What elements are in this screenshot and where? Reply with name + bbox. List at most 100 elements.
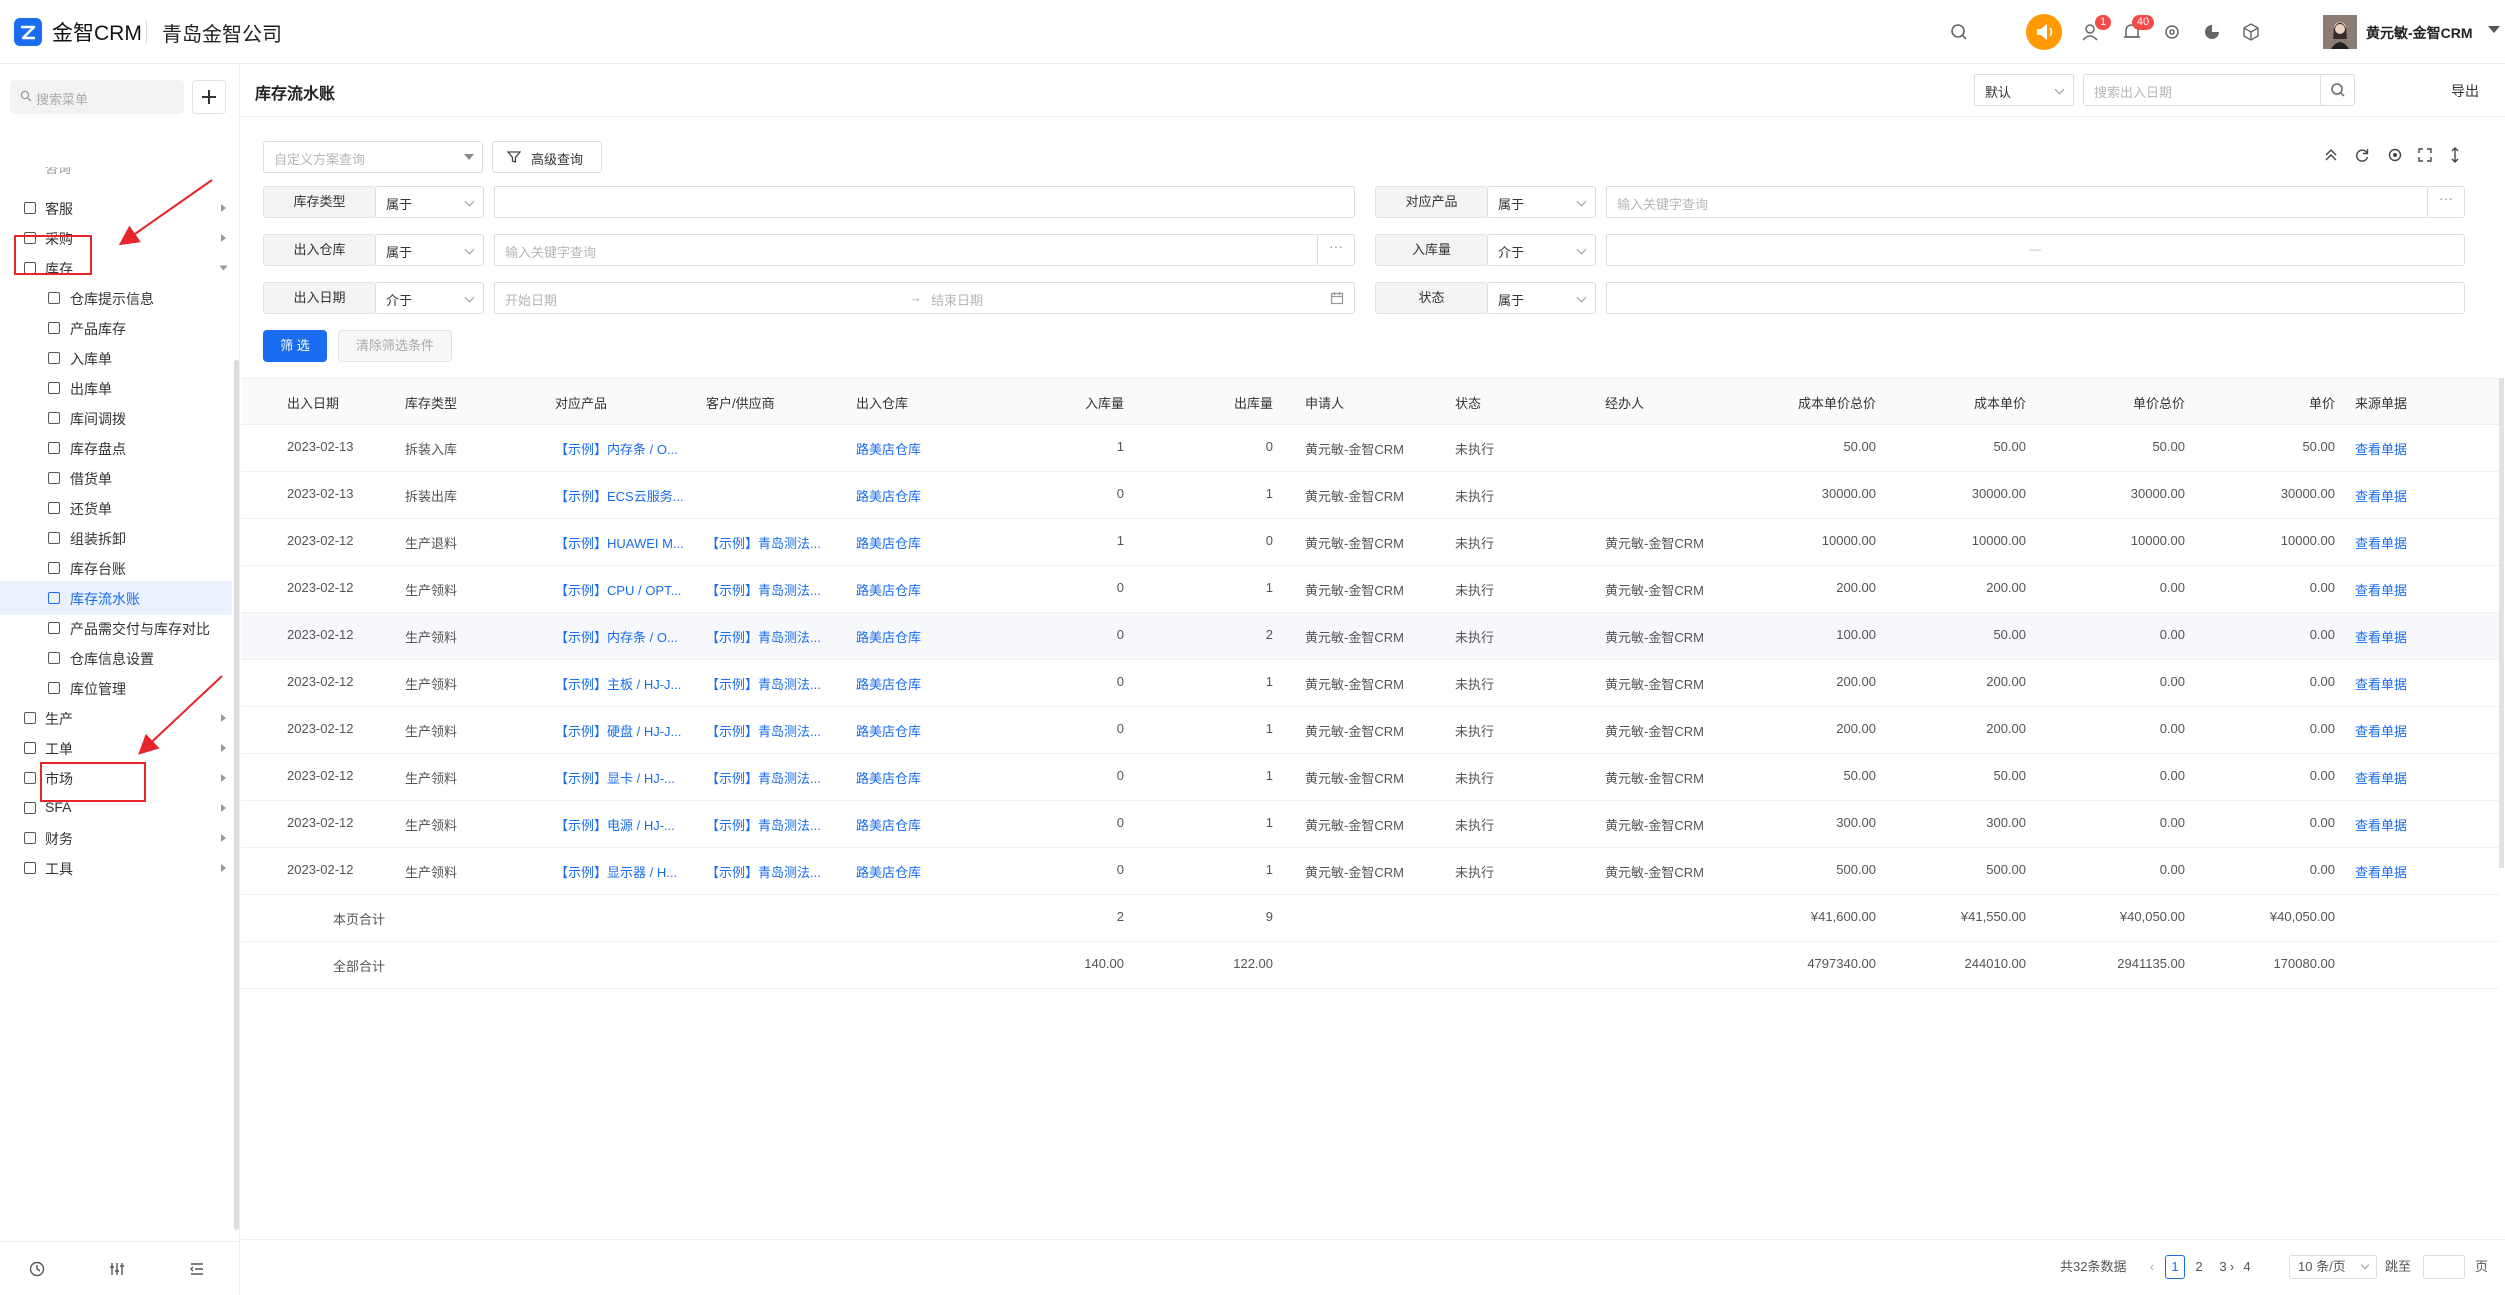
table-cell-link[interactable]: 【示例】青岛测法... xyxy=(706,627,821,646)
warehouse-input[interactable]: 输入关键字查询 xyxy=(494,234,1319,266)
sidebar-item-21[interactable]: 财务 xyxy=(0,821,232,855)
column-header[interactable]: 出入仓库 xyxy=(856,393,908,412)
table-cell-link[interactable]: 路美店仓库 xyxy=(856,580,921,599)
table-cell-link[interactable]: 【示例】显示器 / H... xyxy=(555,862,677,881)
search-icon[interactable] xyxy=(1946,19,1972,45)
table-cell-link[interactable]: 路美店仓库 xyxy=(856,721,921,740)
table-row[interactable]: 2023-02-12 生产领料 【示例】硬盘 / HJ-J... 【示例】青岛测法..… xyxy=(241,707,2499,754)
table-cell-link[interactable]: 【示例】电源 / HJ-... xyxy=(555,815,675,834)
table-cell-link[interactable]: 【示例】青岛测法... xyxy=(706,862,821,881)
table-cell-link[interactable]: 【示例】内存条 / O... xyxy=(555,439,678,458)
filter-button[interactable]: 筛 选 xyxy=(263,330,327,362)
table-cell-link[interactable]: 【示例】内存条 / O... xyxy=(555,627,678,646)
page-number[interactable]: 2 xyxy=(2189,1255,2209,1279)
table-cell-link[interactable]: 【示例】青岛测法... xyxy=(706,721,821,740)
advanced-query-button[interactable]: 高级查询 xyxy=(492,141,602,173)
table-cell-link[interactable]: 路美店仓库 xyxy=(856,439,921,458)
fullscreen-icon[interactable] xyxy=(2415,145,2435,165)
table-cell-link[interactable]: 【示例】青岛测法... xyxy=(706,533,821,552)
column-header[interactable]: 出入日期 xyxy=(287,393,339,412)
table-cell-link[interactable]: 【示例】主板 / HJ-J... xyxy=(555,674,681,693)
table-cell-link[interactable]: 【示例】青岛测法... xyxy=(706,580,821,599)
table-row[interactable]: 2023-02-12 生产退料 【示例】HUAWEI M... 【示例】青岛测法...… xyxy=(241,519,2499,566)
status-operator-select[interactable]: 属于 xyxy=(1487,282,1596,314)
table-cell-link[interactable]: 查看单据 xyxy=(2355,674,2407,693)
date-operator-select[interactable]: 介于 xyxy=(375,282,484,314)
table-cell-link[interactable]: 路美店仓库 xyxy=(856,486,921,505)
table-row[interactable]: 2023-02-12 生产领料 【示例】内存条 / O... 【示例】青岛测法... 路… xyxy=(241,613,2499,660)
table-cell-link[interactable]: 【示例】硬盘 / HJ-J... xyxy=(555,721,681,740)
target-icon[interactable] xyxy=(2385,145,2405,165)
refresh-icon[interactable] xyxy=(2352,145,2372,165)
history-icon[interactable] xyxy=(28,1260,46,1278)
table-cell-link[interactable]: 查看单据 xyxy=(2355,721,2407,740)
search-icon[interactable] xyxy=(2320,75,2354,105)
column-header[interactable]: 经办人 xyxy=(1605,393,1644,412)
product-input[interactable]: 输入关键字查询 xyxy=(1606,186,2429,218)
table-cell-link[interactable]: 路美店仓库 xyxy=(856,674,921,693)
page-size-select[interactable]: 10 条/页 xyxy=(2289,1255,2377,1279)
column-header[interactable]: 库存类型 xyxy=(405,393,457,412)
table-row[interactable]: 2023-02-13 拆装入库 【示例】内存条 / O... 路美店仓库 1 0 黄元敏-金… xyxy=(241,425,2499,472)
table-cell-link[interactable]: 查看单据 xyxy=(2355,580,2407,599)
column-header[interactable]: 单价 xyxy=(2195,393,2335,412)
warehouse-operator-select[interactable]: 属于 xyxy=(375,234,484,266)
page-number[interactable]: 1 xyxy=(2165,1255,2185,1279)
table-row[interactable]: 2023-02-13 拆装出库 【示例】ECS云服务... 路美店仓库 0 1 黄元敏-金智… xyxy=(241,472,2499,519)
warehouse-more-button[interactable]: ··· xyxy=(1317,234,1355,266)
clear-filter-button[interactable]: 清除筛选条件 xyxy=(338,330,452,362)
gear-icon[interactable] xyxy=(2159,19,2185,45)
column-header[interactable]: 来源单据 xyxy=(2355,393,2407,412)
table-cell-link[interactable]: 路美店仓库 xyxy=(856,627,921,646)
product-operator-select[interactable]: 属于 xyxy=(1487,186,1596,218)
export-button[interactable]: 导出 xyxy=(2451,81,2479,101)
column-header[interactable]: 出库量 xyxy=(1133,393,1273,412)
collapse-menu-icon[interactable] xyxy=(188,1260,206,1278)
table-cell-link[interactable]: 路美店仓库 xyxy=(856,768,921,787)
table-cell-link[interactable]: 【示例】CPU / OPT... xyxy=(555,580,681,599)
table-cell-link[interactable]: 查看单据 xyxy=(2355,627,2407,646)
table-cell-link[interactable]: 查看单据 xyxy=(2355,862,2407,881)
table-cell-link[interactable]: 【示例】青岛测法... xyxy=(706,674,821,693)
next-page-icon[interactable]: › xyxy=(2225,1255,2239,1279)
column-height-icon[interactable] xyxy=(2445,145,2465,165)
column-header[interactable]: 申请人 xyxy=(1305,393,1344,412)
box-icon[interactable] xyxy=(2238,19,2264,45)
table-cell-link[interactable]: 【示例】显卡 / HJ-... xyxy=(555,768,675,787)
calendar-icon[interactable] xyxy=(1330,291,1344,305)
column-header[interactable]: 入库量 xyxy=(984,393,1124,412)
username[interactable]: 黄元敏-金智CRM xyxy=(2366,23,2473,43)
table-cell-link[interactable]: 查看单据 xyxy=(2355,486,2407,505)
table-cell-link[interactable]: 【示例】青岛测法... xyxy=(706,768,821,787)
scheme-select[interactable]: 自定义方案查询 xyxy=(263,141,483,173)
page-number[interactable]: 4 xyxy=(2237,1255,2257,1279)
table-row[interactable]: 2023-02-12 生产领料 【示例】显示器 / H... 【示例】青岛测法... 路… xyxy=(241,848,2499,895)
prev-page-icon[interactable]: ‹ xyxy=(2145,1255,2159,1279)
column-header[interactable]: 成本单价 xyxy=(1886,393,2026,412)
table-cell-link[interactable]: 查看单据 xyxy=(2355,815,2407,834)
in-qty-range-input[interactable]: — xyxy=(1606,234,2465,266)
column-header[interactable]: 客户/供应商 xyxy=(706,393,775,412)
table-cell-link[interactable]: 查看单据 xyxy=(2355,533,2407,552)
table-cell-link[interactable]: 路美店仓库 xyxy=(856,533,921,552)
table-row[interactable]: 2023-02-12 生产领料 【示例】显卡 / HJ-... 【示例】青岛测法...… xyxy=(241,754,2499,801)
date-search-input[interactable]: 搜索出入日期 xyxy=(2083,74,2355,106)
collapse-up-icon[interactable] xyxy=(2321,145,2341,165)
filter-settings-icon[interactable] xyxy=(108,1260,126,1278)
table-row[interactable]: 2023-02-12 生产领料 【示例】电源 / HJ-... 【示例】青岛测法...… xyxy=(241,801,2499,848)
table-cell-link[interactable]: 查看单据 xyxy=(2355,768,2407,787)
product-more-button[interactable]: ··· xyxy=(2427,186,2465,218)
jump-page-input[interactable] xyxy=(2423,1255,2465,1279)
speaker-icon[interactable] xyxy=(2026,14,2062,50)
avatar[interactable] xyxy=(2323,15,2357,49)
table-scrollbar[interactable] xyxy=(2499,378,2504,868)
column-header[interactable]: 成本单价总价 xyxy=(1736,393,1876,412)
column-header[interactable]: 对应产品 xyxy=(555,393,607,412)
table-cell-link[interactable]: 路美店仓库 xyxy=(856,862,921,881)
in-qty-operator-select[interactable]: 介于 xyxy=(1487,234,1596,266)
table-cell-link[interactable]: 【示例】青岛测法... xyxy=(706,815,821,834)
date-range-input[interactable]: 开始日期 → 结束日期 xyxy=(494,282,1355,314)
pie-chart-icon[interactable] xyxy=(2199,19,2225,45)
sidebar-item-22[interactable]: 工具 xyxy=(0,851,232,885)
table-cell-link[interactable]: 【示例】HUAWEI M... xyxy=(555,533,684,552)
